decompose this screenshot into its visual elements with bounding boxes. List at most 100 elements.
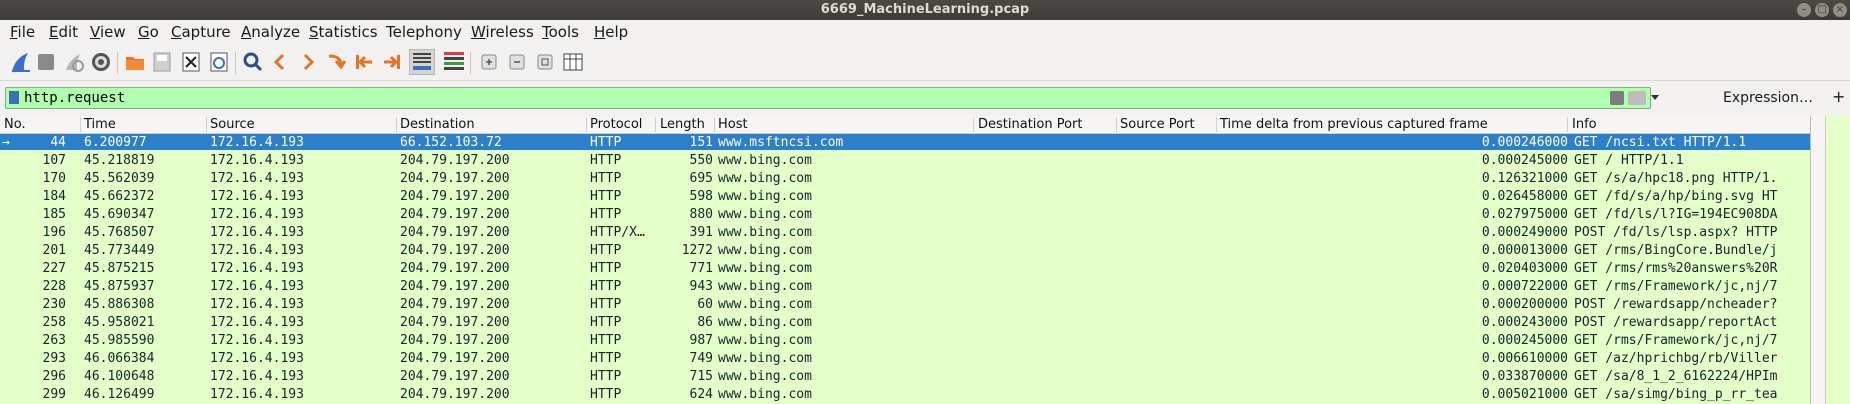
shark-fin-start-icon[interactable]	[10, 51, 32, 73]
menu-file[interactable]: File	[10, 23, 35, 41]
column-header-protocol[interactable]: Protocol	[590, 117, 642, 132]
cell-delta: 0.000249000	[1481, 225, 1568, 240]
cell-time: 46.100648	[84, 369, 155, 384]
cell-time: 6.200977	[84, 135, 147, 150]
menu-capture[interactable]: Capture	[171, 23, 231, 41]
cell-protocol: HTTP	[590, 243, 622, 258]
column-divider[interactable]	[396, 117, 397, 132]
column-header-destination-port[interactable]: Destination Port	[978, 117, 1083, 132]
menu-view[interactable]: View	[90, 23, 126, 41]
cell-host: www.bing.com	[718, 387, 812, 402]
goto-packet-icon[interactable]	[325, 51, 347, 73]
packet-row[interactable]: 296 46.100648 172.16.4.193 204.79.197.200 HT…	[0, 368, 1810, 384]
column-divider[interactable]	[80, 117, 81, 132]
packet-row[interactable]: 293 46.066384 172.16.4.193 204.79.197.200 HT…	[0, 350, 1810, 366]
column-header-source[interactable]: Source	[210, 117, 255, 132]
menu-tools[interactable]: Tools	[542, 23, 579, 41]
cell-length: 1272	[681, 243, 713, 258]
packet-row[interactable]: 185 45.690347 172.16.4.193 204.79.197.200 HT…	[0, 206, 1810, 222]
packet-row[interactable]: 196 45.768507 172.16.4.193 204.79.197.200 HT…	[0, 224, 1810, 240]
column-divider[interactable]	[206, 117, 207, 132]
column-header-time-delta[interactable]: Time delta from previous captured frame	[1220, 117, 1488, 132]
column-header-info[interactable]: Info	[1572, 117, 1597, 132]
packet-row[interactable]: 263 45.985590 172.16.4.193 204.79.197.200 HT…	[0, 332, 1810, 348]
column-divider[interactable]	[714, 117, 715, 132]
column-divider[interactable]	[1116, 117, 1117, 132]
packet-row[interactable]: 227 45.875215 172.16.4.193 204.79.197.200 HT…	[0, 260, 1810, 276]
cell-info: GET /ncsi.txt HTTP/1.1	[1574, 135, 1747, 150]
column-divider[interactable]	[586, 117, 587, 132]
cell-host: www.bing.com	[718, 351, 812, 366]
colorize-icon[interactable]	[441, 49, 467, 75]
expression-button[interactable]: Expression…	[1723, 90, 1813, 106]
save-icon[interactable]	[151, 51, 173, 73]
cell-no: 107	[42, 153, 66, 168]
column-header-length[interactable]: Length	[660, 117, 705, 132]
display-filter-input[interactable]	[24, 89, 1644, 106]
add-filter-button[interactable]: +	[1832, 87, 1845, 106]
packet-row[interactable]: 228 45.875937 172.16.4.193 204.79.197.200 HT…	[0, 278, 1810, 294]
resize-columns-icon[interactable]	[562, 51, 584, 73]
packet-row[interactable]: 258 45.958021 172.16.4.193 204.79.197.200 HT…	[0, 314, 1810, 330]
normal-size-icon[interactable]	[534, 51, 556, 73]
close-icon[interactable]: ×	[1833, 3, 1847, 17]
menu-go[interactable]: Go	[138, 23, 159, 41]
column-header-destination[interactable]: Destination	[400, 117, 475, 132]
column-divider[interactable]	[655, 117, 656, 132]
cell-time: 45.773449	[84, 243, 155, 258]
packet-row[interactable]: 230 45.886308 172.16.4.193 204.79.197.200 HT…	[0, 296, 1810, 312]
packet-list-scrollbar[interactable]	[1810, 116, 1850, 404]
packet-row[interactable]: 299 46.126499 172.16.4.193 204.79.197.200 HT…	[0, 386, 1810, 402]
cell-no: 185	[42, 207, 66, 222]
cell-no: 196	[42, 225, 66, 240]
column-divider[interactable]	[1567, 117, 1568, 132]
menu-telephony[interactable]: Telephony	[386, 23, 462, 41]
packet-row[interactable]: → 44 6.200977 172.16.4.193 66.152.103.72 HTTP…	[0, 134, 1810, 150]
autoscroll-icon[interactable]	[409, 49, 435, 75]
menu-edit[interactable]: Edit	[49, 23, 78, 41]
filter-dropdown-icon[interactable]	[1650, 94, 1660, 102]
menu-analyze[interactable]: Analyze	[241, 23, 300, 41]
column-header-no[interactable]: No.	[4, 117, 26, 132]
restart-icon[interactable]	[63, 51, 85, 73]
stop-icon[interactable]	[35, 51, 57, 73]
packet-row[interactable]: 170 45.562039 172.16.4.193 204.79.197.200 HT…	[0, 170, 1810, 186]
open-folder-icon[interactable]	[124, 51, 146, 73]
zoom-in-icon[interactable]	[478, 51, 500, 73]
packet-row[interactable]: 184 45.662372 172.16.4.193 204.79.197.200 HT…	[0, 188, 1810, 204]
close-file-icon[interactable]	[180, 51, 202, 73]
cell-source: 172.16.4.193	[210, 225, 304, 240]
column-header-time[interactable]: Time	[84, 117, 116, 132]
column-header-source-port[interactable]: Source Port	[1120, 117, 1195, 132]
menu-statistics[interactable]: Statistics	[309, 23, 378, 41]
menu-wireless[interactable]: Wireless	[471, 23, 534, 41]
forward-icon[interactable]	[297, 51, 319, 73]
packet-row[interactable]: 107 45.218819 172.16.4.193 204.79.197.200 HT…	[0, 152, 1810, 168]
column-header-host[interactable]: Host	[718, 117, 748, 132]
packet-row[interactable]: 201 45.773449 172.16.4.193 204.79.197.200 HT…	[0, 242, 1810, 258]
cell-destination: 204.79.197.200	[400, 369, 510, 384]
cell-destination: 204.79.197.200	[400, 153, 510, 168]
column-divider[interactable]	[973, 117, 974, 132]
clear-filter-icon[interactable]	[1610, 91, 1624, 105]
cell-info: GET /rms/rms%20answers%20R	[1574, 261, 1778, 276]
cell-destination: 204.79.197.200	[400, 315, 510, 330]
last-packet-icon[interactable]	[381, 51, 403, 73]
maximize-icon[interactable]: □	[1815, 3, 1829, 17]
cell-delta: 0.000013000	[1481, 243, 1568, 258]
options-gear-icon[interactable]	[90, 51, 112, 73]
cell-time: 45.662372	[84, 189, 155, 204]
minimize-icon[interactable]: –	[1797, 3, 1811, 17]
scrollbar-trough[interactable]	[1811, 116, 1826, 404]
first-packet-icon[interactable]	[353, 51, 375, 73]
cell-time: 45.875937	[84, 279, 155, 294]
cell-no: 293	[42, 351, 66, 366]
zoom-out-icon[interactable]	[506, 51, 528, 73]
reload-icon[interactable]	[208, 51, 230, 73]
column-divider[interactable]	[1216, 117, 1217, 132]
search-icon[interactable]	[242, 51, 264, 73]
menu-help[interactable]: Help	[594, 23, 628, 41]
apply-filter-icon[interactable]	[1628, 91, 1646, 105]
bookmark-icon[interactable]	[9, 91, 19, 104]
back-icon[interactable]	[269, 51, 291, 73]
